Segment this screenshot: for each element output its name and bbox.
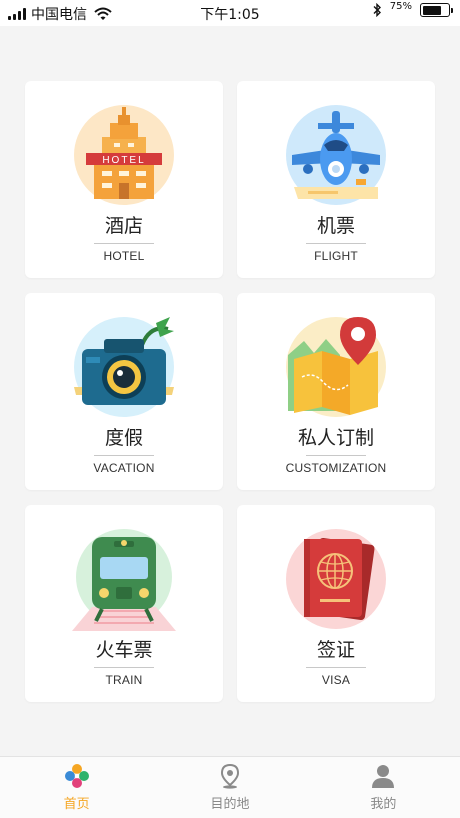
service-card-hotel[interactable]: HOTEL 酒店 HOTEL (25, 81, 223, 278)
divider (306, 667, 366, 668)
service-card-vacation[interactable]: 度假 VACATION (25, 293, 223, 490)
service-title: 火车票 (95, 639, 153, 661)
tab-destination[interactable]: 目的地 (153, 757, 306, 818)
status-bar: 中国电信 下午1:05 75% (0, 0, 460, 26)
divider (94, 667, 154, 668)
service-subtitle: VACATION (93, 461, 155, 475)
user-icon (372, 765, 395, 788)
service-subtitle: CUSTOMIZATION (285, 461, 387, 475)
service-title: 私人订制 (297, 427, 374, 449)
service-subtitle: TRAIN (105, 673, 143, 687)
tab-home[interactable]: 首页 (0, 757, 153, 818)
camera-icon (72, 315, 176, 419)
service-card-customization[interactable]: 私人订制 CUSTOMIZATION (237, 293, 435, 490)
battery-percent: 75% (389, 0, 412, 12)
divider (94, 243, 154, 244)
tab-label: 首页 (63, 797, 90, 812)
tab-profile[interactable]: 我的 (307, 757, 460, 818)
train-icon (72, 527, 176, 631)
service-card-train[interactable]: 火车票 TRAIN (25, 505, 223, 702)
bluetooth-icon (373, 3, 381, 17)
tab-label: 我的 (370, 797, 397, 812)
service-subtitle: FLIGHT (314, 249, 358, 263)
hotel-sign-text: HOTEL (102, 155, 145, 166)
tab-label: 目的地 (210, 797, 250, 812)
home-icon (64, 764, 89, 788)
passport-icon (284, 527, 388, 631)
service-card-flight[interactable]: 机票 FLIGHT (237, 81, 435, 278)
battery-icon (420, 3, 453, 17)
bottom-tab-bar: 首页 目的地 我的 (0, 756, 460, 818)
service-title: 度假 (104, 427, 143, 449)
airplane-icon (284, 103, 388, 207)
divider (306, 243, 366, 244)
service-title: 酒店 (104, 215, 143, 237)
service-card-visa[interactable]: 签证 VISA (237, 505, 435, 702)
service-title: 机票 (316, 215, 355, 237)
location-icon (220, 763, 239, 789)
divider (306, 455, 366, 456)
map-pin-icon (284, 315, 388, 419)
service-title: 签证 (316, 639, 355, 661)
divider (94, 455, 154, 456)
service-subtitle: VISA (321, 673, 351, 687)
service-subtitle: HOTEL (103, 249, 145, 263)
battery-level (422, 5, 442, 15)
hotel-icon: HOTEL (72, 103, 176, 207)
status-right: 75% (372, 0, 453, 17)
